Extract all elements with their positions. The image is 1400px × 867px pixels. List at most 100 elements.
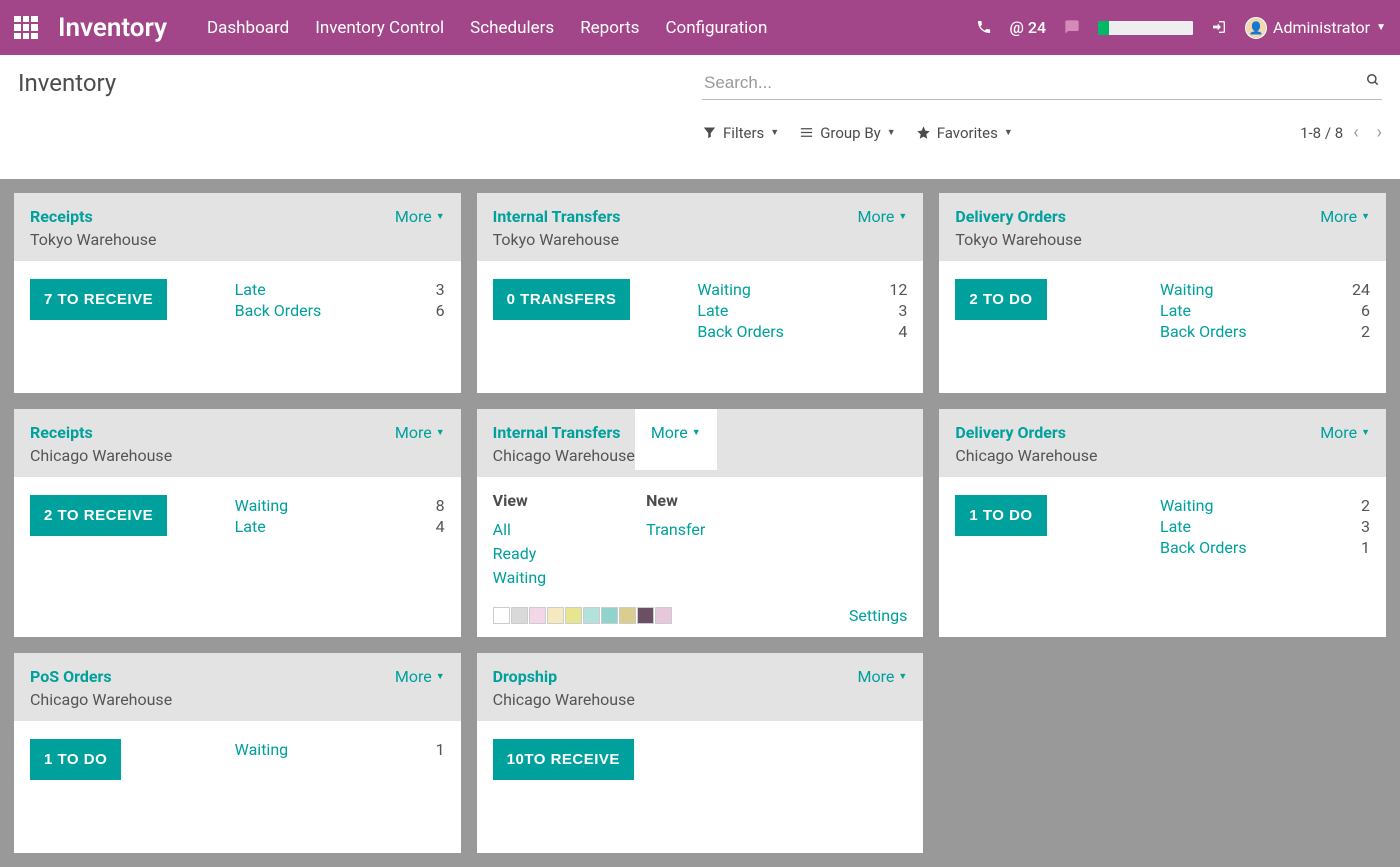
card-body: 2 TO DOWaiting24Late6Back Orders2 xyxy=(939,261,1386,393)
apps-icon[interactable] xyxy=(14,16,38,40)
card-type[interactable]: Receipts xyxy=(30,423,172,442)
card-more[interactable]: More▼ xyxy=(395,667,445,686)
caret-down-icon: ▼ xyxy=(770,127,779,138)
stat-value: 1 xyxy=(415,740,445,759)
more-label: More xyxy=(651,423,688,442)
color-swatch[interactable] xyxy=(511,607,528,624)
more-view-item[interactable]: Waiting xyxy=(493,566,546,590)
search-icon[interactable] xyxy=(1366,73,1380,89)
pager-prev[interactable]: ‹ xyxy=(1353,122,1358,143)
pager-next[interactable]: › xyxy=(1377,122,1382,143)
card-warehouse: Chicago Warehouse xyxy=(493,446,635,465)
nav-item-inventory-control[interactable]: Inventory Control xyxy=(315,18,444,38)
stat-value: 12 xyxy=(877,280,907,299)
card-more[interactable]: More▼ xyxy=(635,409,717,470)
more-view-item[interactable]: Ready xyxy=(493,542,546,566)
stat-label[interactable]: Back Orders xyxy=(1160,322,1247,341)
stat-label[interactable]: Late xyxy=(1160,301,1191,320)
caret-down-icon: ▼ xyxy=(1004,127,1013,138)
card-head: Delivery OrdersTokyo Warehouse More▼ xyxy=(939,193,1386,261)
page-header: Inventory Filters ▼ Group By ▼ xyxy=(0,55,1400,161)
nav-item-configuration[interactable]: Configuration xyxy=(665,18,767,38)
card-more[interactable]: More▼ xyxy=(1320,423,1370,442)
kanban-card: Internal Transfers Chicago WarehouseMore▼… xyxy=(477,409,924,637)
color-swatch[interactable] xyxy=(601,607,618,624)
filters-button[interactable]: Filters ▼ xyxy=(702,124,779,142)
favorites-button[interactable]: Favorites ▼ xyxy=(916,124,1013,142)
primary-button[interactable]: 10TO RECEIVE xyxy=(493,739,634,780)
groupby-button[interactable]: Group By ▼ xyxy=(799,124,896,142)
stat-label[interactable]: Waiting xyxy=(235,496,288,515)
card-body: 0 TRANSFERSWaiting12Late3Back Orders4 xyxy=(477,261,924,393)
card-type[interactable]: Receipts xyxy=(30,207,156,226)
primary-button[interactable]: 0 TRANSFERS xyxy=(493,279,631,320)
card-more[interactable]: More▼ xyxy=(395,423,445,442)
color-swatch[interactable] xyxy=(583,607,600,624)
card-head: DropshipChicago WarehouseMore▼ xyxy=(477,653,924,721)
kanban-card: Internal TransfersTokyo WarehouseMore▼0 … xyxy=(477,193,924,393)
primary-button[interactable]: 2 TO RECEIVE xyxy=(30,495,167,536)
settings-link[interactable]: Settings xyxy=(849,606,907,625)
stat-label[interactable]: Late xyxy=(1160,517,1191,536)
card-type[interactable]: Delivery Orders xyxy=(955,423,1097,442)
stat-label[interactable]: Waiting xyxy=(1160,496,1213,515)
stat-label[interactable]: Late xyxy=(697,301,728,320)
primary-button[interactable]: 1 TO DO xyxy=(955,495,1046,536)
primary-button[interactable]: 7 TO RECEIVE xyxy=(30,279,167,320)
stat-row: Late4 xyxy=(235,516,445,537)
chat-icon[interactable] xyxy=(1064,18,1080,37)
primary-button[interactable]: 1 TO DO xyxy=(30,739,121,780)
stat-label[interactable]: Late xyxy=(235,517,266,536)
stat-row: Back Orders2 xyxy=(1160,321,1370,342)
more-view-item[interactable]: All xyxy=(493,518,546,542)
stat-row: Back Orders4 xyxy=(697,321,907,342)
phone-icon[interactable] xyxy=(976,18,992,37)
stat-label[interactable]: Late xyxy=(235,280,266,299)
card-stats: Waiting8Late4 xyxy=(235,495,445,619)
color-swatch[interactable] xyxy=(655,607,672,624)
stat-label[interactable]: Waiting xyxy=(235,740,288,759)
card-type[interactable]: PoS Orders xyxy=(30,667,172,686)
stat-label[interactable]: Waiting xyxy=(697,280,750,299)
card-more[interactable]: More▼ xyxy=(858,667,908,686)
color-swatch[interactable] xyxy=(493,607,510,624)
stat-row: Back Orders6 xyxy=(235,300,445,321)
card-more[interactable]: More▼ xyxy=(1320,207,1370,226)
stat-value: 3 xyxy=(1340,517,1370,536)
color-swatch[interactable] xyxy=(637,607,654,624)
kanban-card: DropshipChicago WarehouseMore▼ 10TO RECEI… xyxy=(477,653,924,853)
user-menu[interactable]: 👤 Administrator ▼ xyxy=(1245,17,1386,39)
stat-label[interactable]: Back Orders xyxy=(235,301,322,320)
card-type[interactable]: Internal Transfers xyxy=(493,423,635,442)
stat-label[interactable]: Back Orders xyxy=(697,322,784,341)
more-new-item[interactable]: Transfer xyxy=(646,518,705,542)
card-more[interactable]: More▼ xyxy=(858,207,908,226)
more-new-label: New xyxy=(646,491,705,510)
toolbar: Filters ▼ Group By ▼ Favorites ▼ 1-8 / 8 xyxy=(702,122,1382,143)
more-label: More xyxy=(858,667,895,686)
card-type[interactable]: Delivery Orders xyxy=(955,207,1081,226)
more-view-col: ViewAllReadyWaiting xyxy=(493,491,546,590)
nav-item-schedulers[interactable]: Schedulers xyxy=(470,18,554,38)
stat-label[interactable]: Back Orders xyxy=(1160,538,1247,557)
nav-item-dashboard[interactable]: Dashboard xyxy=(207,18,289,38)
card-type[interactable]: Internal Transfers xyxy=(493,207,621,226)
more-label: More xyxy=(395,667,432,686)
trial-progress[interactable] xyxy=(1098,21,1193,35)
stat-label[interactable]: Waiting xyxy=(1160,280,1213,299)
brand[interactable]: Inventory xyxy=(58,13,167,43)
search-input[interactable] xyxy=(702,69,1382,99)
stat-value: 3 xyxy=(415,280,445,299)
login-icon[interactable] xyxy=(1211,18,1227,37)
primary-button[interactable]: 2 TO DO xyxy=(955,279,1046,320)
card-type[interactable]: Dropship xyxy=(493,667,635,686)
stat-row: Late 3 xyxy=(1160,516,1370,537)
color-swatch[interactable] xyxy=(547,607,564,624)
card-more[interactable]: More▼ xyxy=(395,207,445,226)
mentions-count[interactable]: @ 24 xyxy=(1010,18,1047,37)
color-swatch[interactable] xyxy=(565,607,582,624)
card-titles: Delivery OrdersTokyo Warehouse xyxy=(955,207,1081,249)
color-swatch[interactable] xyxy=(529,607,546,624)
color-swatch[interactable] xyxy=(619,607,636,624)
nav-item-reports[interactable]: Reports xyxy=(580,18,639,38)
